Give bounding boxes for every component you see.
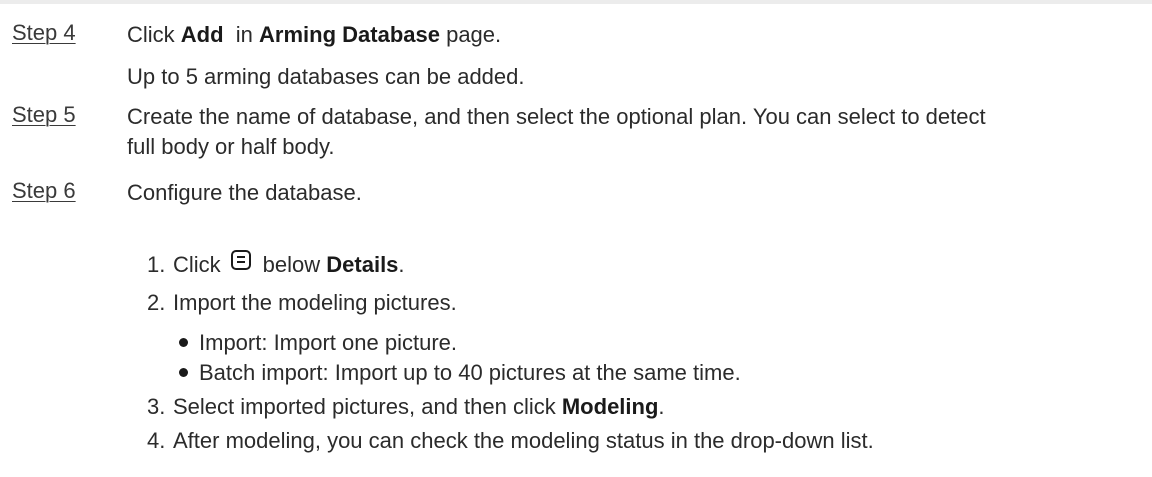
document-page: Step 4 Click Add in Arming Database page… [0, 0, 1152, 477]
bullet-icon [179, 338, 188, 347]
modeling-term: Modeling [561, 394, 659, 419]
step-4-label: Step 4 [12, 20, 76, 45]
details-term: Details [326, 252, 399, 277]
substep-1-text-post: . [398, 252, 405, 277]
bullet-item-import: Import: Import one picture. [179, 328, 457, 358]
bullet-text-import: Import: Import one picture. [199, 330, 457, 355]
substep-1-number: 1. [147, 252, 166, 277]
substep-1: 1. Click below Details. [147, 250, 405, 280]
step-4-text-pre: Click [127, 22, 181, 47]
step-5-label: Step 5 [12, 102, 76, 127]
add-term: Add [180, 22, 224, 47]
substep-2-text: Import the modeling pictures. [173, 290, 457, 315]
step-4-note: Up to 5 arming databases can be added. [127, 64, 525, 89]
details-list-icon [230, 250, 251, 270]
step-4-text-post: page. [439, 22, 502, 47]
substep-1-text-mid: below [262, 252, 327, 277]
substep-4-text: After modeling, you can check the modeli… [173, 428, 874, 453]
bullet-text-batch-import: Batch import: Import up to 40 pictures a… [199, 360, 741, 385]
step-4-text-mid: in [223, 22, 260, 47]
substep-2-number: 2. [147, 290, 166, 315]
substep-2: 2. Import the modeling pictures. [147, 288, 457, 318]
step-5-line-2: full body or half body. [127, 134, 335, 159]
step-4-instruction: Click Add in Arming Database page. [127, 20, 501, 50]
bullet-icon [179, 368, 188, 377]
substep-1-text-pre: Click [173, 252, 221, 277]
substep-3-text-post: . [658, 394, 665, 419]
step-5-line-1: Create the name of database, and then se… [127, 104, 986, 129]
substep-4: 4. After modeling, you can check the mode… [147, 426, 874, 456]
step-6-text: Configure the database. [127, 180, 362, 205]
step-6-label: Step 6 [12, 178, 76, 203]
substep-3-number: 3. [147, 394, 166, 419]
substep-3: 3. Select imported pictures, and then cli… [147, 392, 665, 422]
substep-3-text-pre: Select imported pictures, and then click [173, 394, 562, 419]
substep-4-number: 4. [147, 428, 166, 453]
bullet-item-batch-import: Batch import: Import up to 40 pictures a… [179, 358, 741, 388]
arming-database-term: Arming Database [259, 22, 440, 47]
top-divider [0, 0, 1152, 4]
